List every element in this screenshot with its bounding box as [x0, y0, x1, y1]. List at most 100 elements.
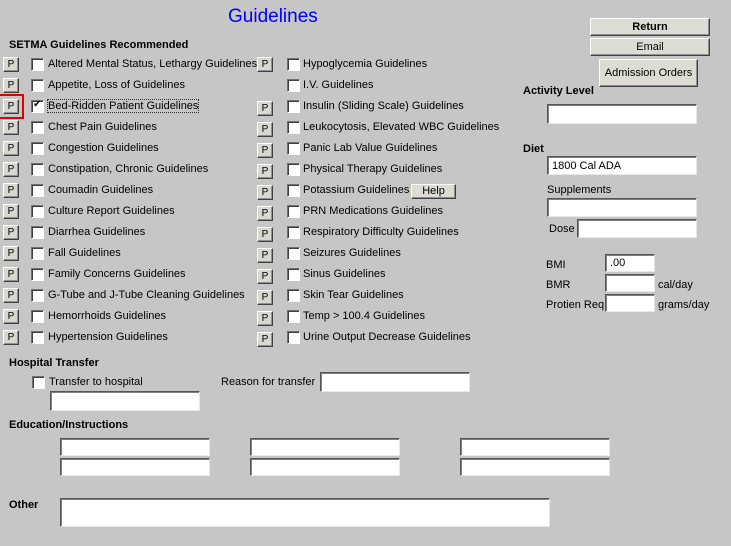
guideline-label: Fall Guidelines: [48, 247, 121, 259]
transfer-checkbox[interactable]: [32, 376, 45, 389]
guideline-checkbox[interactable]: [287, 163, 300, 176]
guideline-checkbox[interactable]: [31, 226, 44, 239]
guideline-checkbox[interactable]: [287, 100, 300, 113]
guideline-checkbox[interactable]: [287, 79, 300, 92]
supplements-input[interactable]: [547, 198, 697, 217]
bmr-input[interactable]: [605, 274, 655, 292]
admission-orders-button[interactable]: Admission Orders: [599, 59, 698, 87]
bmi-input[interactable]: [605, 254, 655, 272]
guideline-label: Constipation, Chronic Guidelines: [48, 163, 209, 175]
other-label: Other: [9, 499, 39, 511]
guideline-p-button[interactable]: P: [3, 309, 19, 324]
guideline-p-button[interactable]: P: [257, 290, 273, 305]
guideline-p-button[interactable]: P: [257, 227, 273, 242]
guideline-checkbox[interactable]: [31, 79, 44, 92]
guideline-checkbox[interactable]: [31, 184, 44, 197]
guideline-label: Panic Lab Value Guidelines: [303, 142, 438, 154]
guideline-p-button[interactable]: P: [3, 162, 19, 177]
diet-input[interactable]: [547, 156, 697, 175]
guideline-checkbox[interactable]: [287, 268, 300, 281]
guideline-p-button[interactable]: P: [257, 143, 273, 158]
guideline-checkbox[interactable]: [31, 289, 44, 302]
guideline-label: Urine Output Decrease Guidelines: [303, 331, 471, 343]
guideline-checkbox[interactable]: [287, 184, 300, 197]
guideline-p-button[interactable]: P: [3, 120, 19, 135]
guideline-checkbox[interactable]: [287, 331, 300, 344]
guideline-checkbox[interactable]: [287, 121, 300, 134]
guideline-label: G-Tube and J-Tube Cleaning Guidelines: [48, 289, 245, 301]
guideline-checkbox[interactable]: [31, 58, 44, 71]
guideline-p-button[interactable]: P: [3, 78, 19, 93]
education-input-1[interactable]: [60, 438, 210, 456]
guideline-checkbox[interactable]: [287, 58, 300, 71]
guideline-checkbox[interactable]: [31, 331, 44, 344]
guideline-checkbox[interactable]: [31, 268, 44, 281]
guideline-label: Potassium Guidelines: [303, 184, 410, 196]
guideline-label: Diarrhea Guidelines: [48, 226, 146, 238]
guideline-checkbox[interactable]: [287, 247, 300, 260]
guideline-checkbox[interactable]: [287, 205, 300, 218]
guideline-checkbox[interactable]: [31, 205, 44, 218]
guideline-p-button[interactable]: P: [3, 246, 19, 261]
education-input-3[interactable]: [250, 438, 400, 456]
guideline-p-button[interactable]: P: [257, 101, 273, 116]
guideline-label: Hypoglycemia Guidelines: [303, 58, 428, 70]
guideline-p-button[interactable]: P: [257, 206, 273, 221]
guideline-p-button[interactable]: P: [257, 311, 273, 326]
guideline-p-button[interactable]: P: [3, 183, 19, 198]
guideline-label: Altered Mental Status, Lethargy Guidelin…: [48, 58, 258, 70]
guideline-label: I.V. Guidelines: [303, 79, 374, 91]
guideline-checkbox[interactable]: [31, 142, 44, 155]
guideline-checkbox[interactable]: [287, 289, 300, 302]
guideline-p-button[interactable]: P: [3, 204, 19, 219]
guideline-p-button[interactable]: P: [257, 164, 273, 179]
protein-unit: grams/day: [658, 299, 710, 311]
guideline-p-button[interactable]: P: [3, 141, 19, 156]
guideline-p-button[interactable]: P: [3, 267, 19, 282]
page-title: Guidelines: [228, 6, 318, 27]
activity-level-input[interactable]: [547, 104, 697, 124]
hospital-transfer-heading: Hospital Transfer: [9, 357, 99, 369]
guideline-p-button[interactable]: P: [257, 185, 273, 200]
bmr-unit: cal/day: [658, 279, 693, 291]
education-input-4[interactable]: [250, 458, 400, 476]
guideline-checkbox[interactable]: [31, 247, 44, 260]
guideline-checkbox[interactable]: [287, 226, 300, 239]
email-button[interactable]: Email: [590, 38, 710, 56]
education-heading: Education/Instructions: [9, 419, 129, 431]
guideline-p-button[interactable]: P: [257, 122, 273, 137]
guideline-checkbox[interactable]: [287, 310, 300, 323]
transfer-hospital-input[interactable]: [50, 391, 200, 411]
return-button[interactable]: Return: [590, 18, 710, 36]
guideline-checkbox[interactable]: [31, 310, 44, 323]
transfer-checkbox-label: Transfer to hospital: [49, 376, 143, 388]
reason-for-transfer-input[interactable]: [320, 372, 470, 392]
guideline-p-button[interactable]: P: [257, 269, 273, 284]
guideline-label: Chest Pain Guidelines: [48, 121, 157, 133]
guideline-p-button[interactable]: P: [3, 288, 19, 303]
guideline-p-button[interactable]: P: [257, 248, 273, 263]
education-input-5[interactable]: [460, 438, 610, 456]
guideline-p-button[interactable]: P: [257, 57, 273, 72]
education-input-2[interactable]: [60, 458, 210, 476]
guideline-checkbox[interactable]: [31, 163, 44, 176]
potassium-help-button[interactable]: Help: [411, 184, 456, 199]
guideline-p-button[interactable]: P: [3, 225, 19, 240]
guideline-p-button[interactable]: P: [257, 332, 273, 347]
guideline-checkbox[interactable]: [31, 121, 44, 134]
diet-label: Diet: [523, 143, 544, 155]
guideline-p-button[interactable]: P: [0, 94, 24, 119]
guideline-p-button[interactable]: P: [3, 57, 19, 72]
guideline-p-button[interactable]: P: [3, 330, 19, 345]
reason-for-transfer-label: Reason for transfer: [221, 376, 316, 388]
protein-input[interactable]: [605, 294, 655, 312]
bmr-label: BMR: [546, 279, 571, 291]
guideline-label: Coumadin Guidelines: [48, 184, 154, 196]
dose-input[interactable]: [577, 219, 697, 238]
guideline-label: Appetite, Loss of Guidelines: [48, 79, 185, 91]
other-textarea[interactable]: [60, 498, 550, 527]
education-input-6[interactable]: [460, 458, 610, 476]
guideline-checkbox[interactable]: [31, 99, 44, 113]
bmi-label: BMI: [546, 259, 566, 271]
guideline-checkbox[interactable]: [287, 142, 300, 155]
